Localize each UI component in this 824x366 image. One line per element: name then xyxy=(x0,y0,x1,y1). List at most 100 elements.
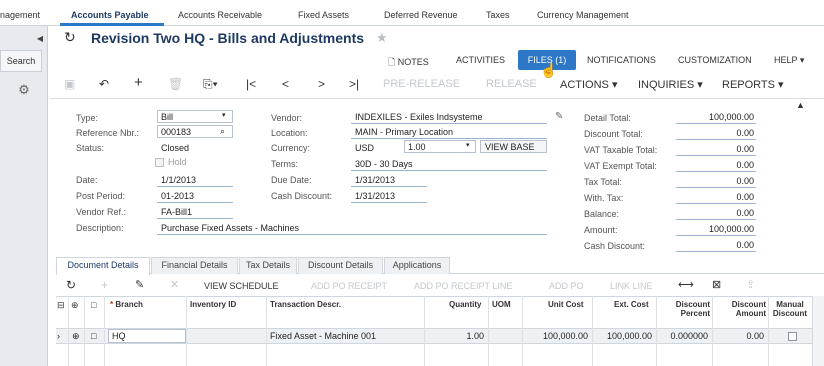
hold-checkbox[interactable] xyxy=(155,158,164,167)
tab-taxes[interactable]: Taxes xyxy=(486,10,510,20)
add-po-receipt-button[interactable]: ADD PO RECEIPT xyxy=(311,281,387,291)
gear-icon[interactable]: ⚙ xyxy=(14,82,34,98)
chevron-down-icon: ▾ xyxy=(466,142,470,149)
branch-header[interactable]: * Branch xyxy=(110,300,143,309)
refresh-icon[interactable]: ↻ xyxy=(64,29,76,46)
tab-applications[interactable]: Applications xyxy=(384,257,450,274)
quantity-header[interactable]: Quantity xyxy=(449,300,481,309)
discount-amount-header[interactable]: Discount Amount xyxy=(716,300,766,318)
post-period-underline xyxy=(157,202,233,203)
vendor-ref-value[interactable]: FA-Bill1 xyxy=(161,207,192,217)
collapse-form-icon[interactable]: ▲ xyxy=(796,100,805,110)
cash-discount-date-value[interactable]: 1/31/2013 xyxy=(355,191,395,201)
module-tab-bar: nagement Accounts Payable Accounts Recei… xyxy=(0,0,824,26)
inventory-id-header[interactable]: Inventory ID xyxy=(190,300,236,309)
notifications-link[interactable]: NOTIFICATIONS xyxy=(587,55,656,65)
activities-link[interactable]: ACTIVITIES xyxy=(456,55,505,65)
grid-add-icon[interactable]: + xyxy=(101,278,108,292)
actions-menu[interactable]: ACTIONS ▾ xyxy=(560,78,617,91)
row-notes-icon[interactable]: □ xyxy=(91,331,96,341)
quantity-cell[interactable]: 1.00 xyxy=(424,331,484,341)
search-icon[interactable]: ⌕ xyxy=(220,126,225,137)
delete-icon[interactable]: 🗑 xyxy=(168,77,183,91)
help-label: HELP xyxy=(774,55,798,65)
tax-total-underline xyxy=(676,187,756,188)
grid-delete-icon[interactable]: ✕ xyxy=(170,278,179,291)
chevron-down-icon: ▾ xyxy=(799,55,805,65)
tab-currency-management-partial[interactable]: nagement xyxy=(0,10,40,20)
first-record-icon[interactable]: |< xyxy=(246,77,256,91)
unit-cost-cell[interactable]: 100,000.00 xyxy=(522,331,588,341)
currency-value[interactable]: USD xyxy=(355,143,374,153)
branch-cell[interactable]: HQ xyxy=(108,329,186,343)
discount-percent-cell[interactable]: 0.000000 xyxy=(656,331,708,341)
link-line-button[interactable]: LINK LINE xyxy=(610,281,653,291)
location-value[interactable]: MAIN - Primary Location xyxy=(355,127,453,137)
due-date-value[interactable]: 1/31/2013 xyxy=(355,175,395,185)
notes-link[interactable]: 🗋 NOTES xyxy=(388,55,429,71)
grid-scrollbar[interactable] xyxy=(812,296,824,366)
uom-header[interactable]: UOM xyxy=(492,300,511,309)
vat-taxable-underline xyxy=(676,155,756,156)
unit-cost-header[interactable]: Unit Cost xyxy=(548,300,584,309)
previous-record-icon[interactable]: < xyxy=(282,77,289,91)
discount-amount-cell[interactable]: 0.00 xyxy=(712,331,764,341)
grid-refresh-icon[interactable]: ↻ xyxy=(66,278,76,292)
date-value[interactable]: 1/1/2013 xyxy=(161,175,196,185)
discount-percent-header[interactable]: Discount Percent xyxy=(660,300,710,318)
transaction-descr-cell[interactable]: Fixed Asset - Machine 001 xyxy=(270,331,376,341)
next-record-icon[interactable]: > xyxy=(318,77,325,91)
cash-discount-date-underline xyxy=(351,202,427,203)
customization-link[interactable]: CUSTOMIZATION xyxy=(678,55,752,65)
tab-accounts-payable[interactable]: Accounts Payable xyxy=(71,10,149,20)
tab-currency-management[interactable]: Currency Management xyxy=(537,10,629,20)
row-selector-icon[interactable]: › xyxy=(57,331,60,341)
type-value: Bill xyxy=(161,112,174,122)
last-record-icon[interactable]: >| xyxy=(349,77,359,91)
manual-discount-header[interactable]: Manual Discount xyxy=(770,300,810,318)
manual-discount-checkbox[interactable] xyxy=(788,332,797,341)
add-po-button[interactable]: ADD PO xyxy=(549,281,584,291)
tab-fixed-assets[interactable]: Fixed Assets xyxy=(298,10,349,20)
transaction-descr-header[interactable]: Transaction Descr. xyxy=(270,300,341,309)
edit-pencil-icon[interactable]: ✎ xyxy=(555,111,563,122)
ext-cost-cell[interactable]: 100,000.00 xyxy=(592,331,652,341)
add-icon[interactable]: + xyxy=(134,74,143,91)
favorite-star-icon[interactable]: ★ xyxy=(376,30,388,46)
fit-columns-icon[interactable]: ⟷ xyxy=(678,278,694,291)
description-value[interactable]: Purchase Fixed Assets - Machines xyxy=(161,223,299,233)
help-menu[interactable]: HELP ▾ xyxy=(774,55,804,66)
tab-tax-details[interactable]: Tax Details xyxy=(239,257,297,274)
grid-edit-icon[interactable]: ✎ xyxy=(135,278,144,291)
collapse-sidebar-icon[interactable]: ◀ xyxy=(32,30,48,48)
column-divider xyxy=(68,296,69,366)
ext-cost-header[interactable]: Ext. Cost xyxy=(614,300,649,309)
release-button[interactable]: RELEASE xyxy=(486,78,537,90)
add-po-receipt-line-button[interactable]: ADD PO RECEIPT LINE xyxy=(414,281,512,291)
tab-document-details[interactable]: Document Details xyxy=(56,257,150,275)
tax-total-value: 0.00 xyxy=(736,176,754,186)
copy-paste-icon[interactable]: ⎘▾ xyxy=(203,77,218,92)
tab-accounts-receivable[interactable]: Accounts Receivable xyxy=(178,10,262,20)
upload-icon[interactable]: ⇪ xyxy=(746,278,755,291)
detail-total-underline xyxy=(676,123,756,124)
pre-release-button[interactable]: PRE-RELEASE xyxy=(383,78,460,90)
view-schedule-button[interactable]: VIEW SCHEDULE xyxy=(204,281,279,291)
post-period-value[interactable]: 01-2013 xyxy=(161,191,194,201)
export-excel-icon[interactable]: ⊠ xyxy=(712,278,721,291)
row-attachment-icon[interactable]: ⊕ xyxy=(72,331,80,342)
detail-total-value: 100,000.00 xyxy=(708,112,754,122)
save-icon[interactable]: ▣ xyxy=(64,77,75,91)
with-tax-value: 0.00 xyxy=(736,192,754,202)
vendor-value[interactable]: INDEXILES - Exiles Indsysteme xyxy=(355,112,483,122)
inquiries-menu[interactable]: INQUIRIES ▾ xyxy=(638,78,703,91)
tab-discount-details[interactable]: Discount Details xyxy=(298,257,383,274)
terms-value[interactable]: 30D - 30 Days xyxy=(355,159,413,169)
tab-deferred-revenue[interactable]: Deferred Revenue xyxy=(384,10,458,20)
amount-value: 100,000.00 xyxy=(708,224,754,234)
column-settings-icon[interactable]: ⊟ xyxy=(57,300,65,311)
tab-financial-details[interactable]: Financial Details xyxy=(151,257,238,274)
undo-icon[interactable]: ↶ xyxy=(99,77,109,91)
reports-menu[interactable]: REPORTS ▾ xyxy=(722,78,784,91)
sidebar-search-button[interactable]: Search xyxy=(0,50,42,72)
